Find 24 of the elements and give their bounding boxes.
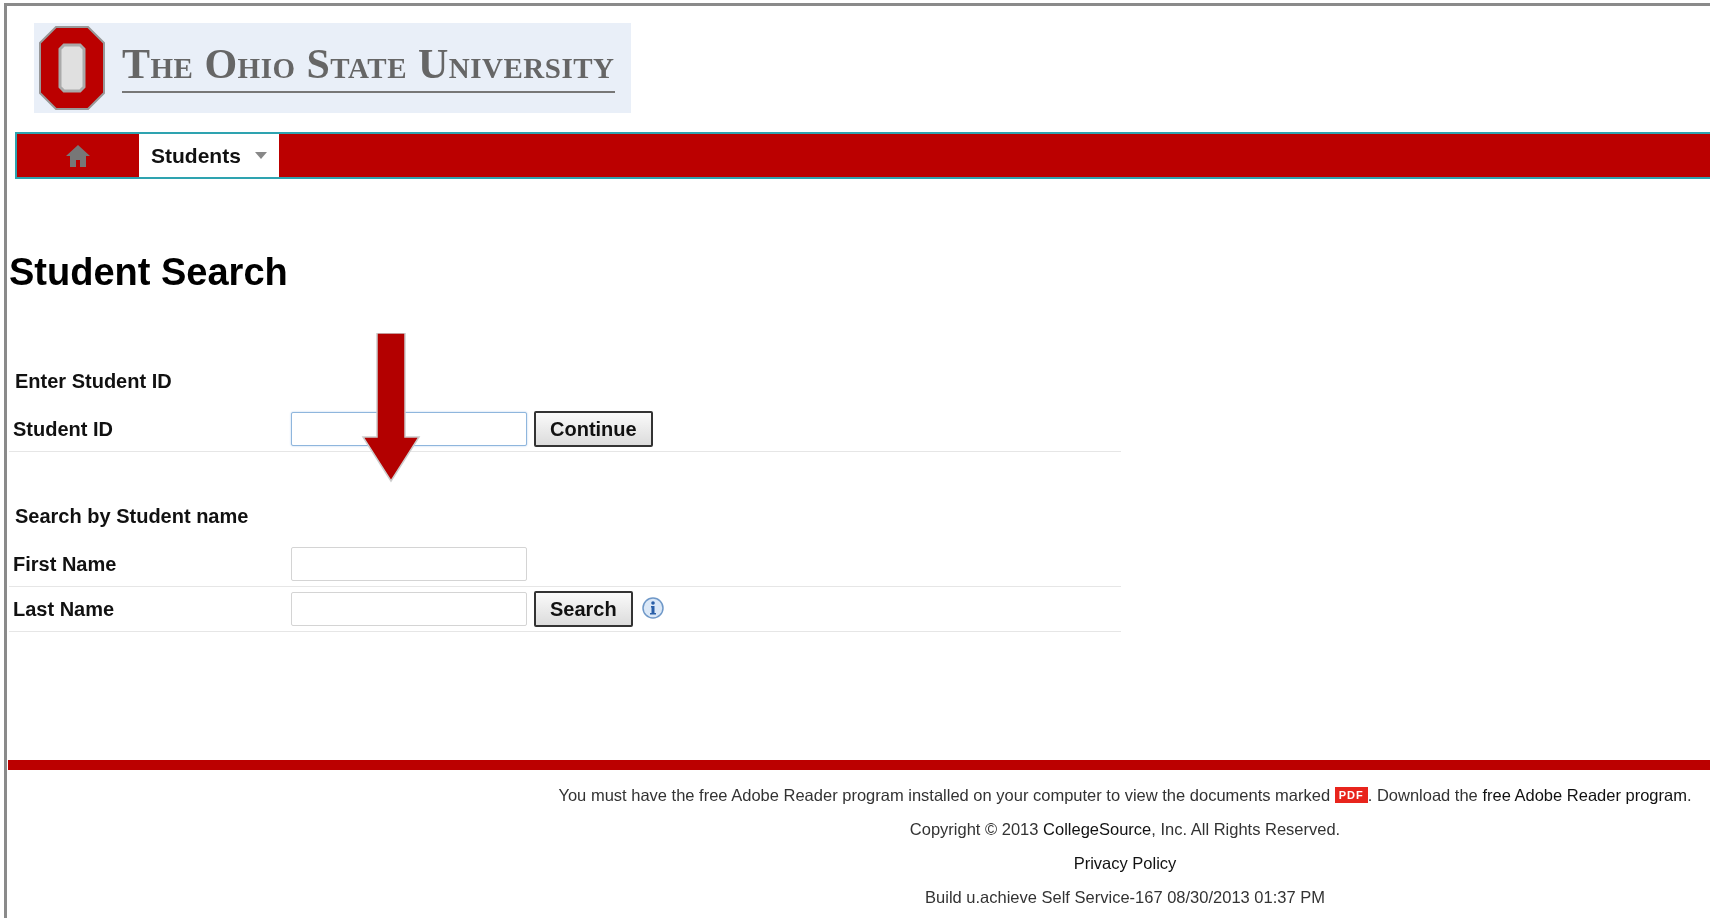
section-heading: Enter Student ID xyxy=(14,368,173,394)
home-icon xyxy=(65,143,91,168)
adobe-reader-notice: You must have the free Adobe Reader program installed on your computer to view the documents marked PDF . Download the free Adobe Reader program. xyxy=(558,784,1692,807)
submit-button[interactable]: Search xyxy=(534,591,633,627)
pdf-badge: PDF xyxy=(1334,787,1368,803)
field-label: Student ID xyxy=(12,417,114,441)
copyright-text: Copyright © 2013 CollegeSource, Inc. All Rights Reserved. xyxy=(909,818,1341,841)
field-label: Last Name xyxy=(12,597,116,621)
privacy-policy-link[interactable]: Privacy Policy xyxy=(1073,846,1177,880)
field-label: First Name xyxy=(12,552,118,576)
students-menu-tab[interactable]: Students xyxy=(139,134,279,177)
collegesource-link[interactable]: CollegeSource xyxy=(1043,819,1152,839)
block-o-logo-icon xyxy=(38,25,106,111)
info-icon[interactable] xyxy=(639,596,666,622)
submit-button[interactable]: Continue xyxy=(534,411,653,447)
caret-icon xyxy=(254,152,267,159)
down-arrow-icon xyxy=(361,333,421,483)
page-title: Student Search xyxy=(9,251,289,293)
input-field[interactable] xyxy=(291,547,527,581)
adobe-reader-link[interactable]: free Adobe Reader program xyxy=(1482,785,1687,805)
university-name: The Ohio State University xyxy=(122,43,615,93)
build-info: Build u.achieve Self Service-167 08/30/2013 01:37 PM xyxy=(925,886,1325,908)
section-heading: Search by Student name xyxy=(14,503,250,529)
input-field[interactable] xyxy=(291,592,527,626)
